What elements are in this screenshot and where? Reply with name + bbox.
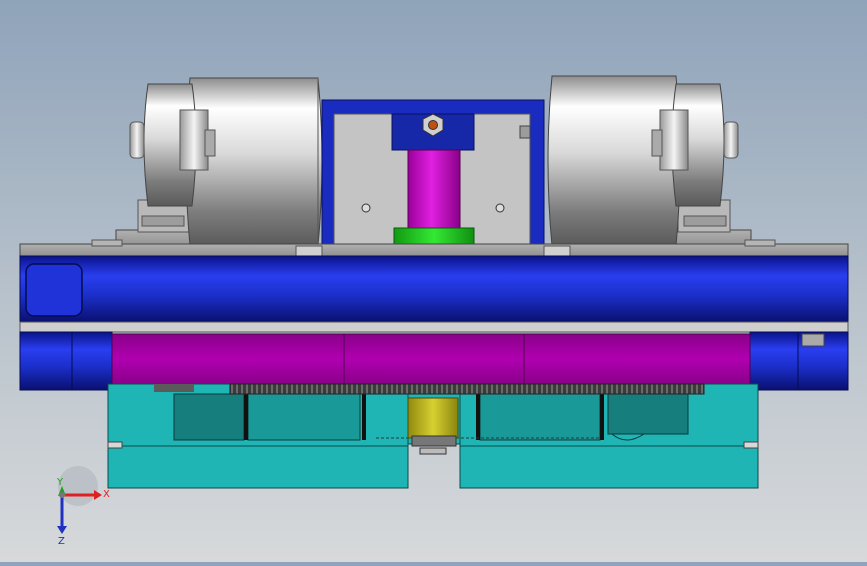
assembly-drawing: X Y Z	[19, 75, 849, 547]
carriage	[111, 333, 751, 385]
z-axis-label: Z	[58, 536, 65, 547]
x-axis-label: X	[103, 489, 110, 500]
y-axis-label: Y	[56, 477, 64, 488]
rack-gear	[154, 383, 705, 395]
main-beam	[19, 255, 849, 333]
central-frame	[321, 99, 545, 255]
pinion-gear	[407, 397, 459, 455]
axis-triad: X Y Z	[56, 466, 110, 547]
right-roller-assembly	[547, 75, 752, 251]
left-roller-assembly	[115, 77, 323, 251]
cad-viewport[interactable]: X Y Z	[0, 0, 867, 562]
